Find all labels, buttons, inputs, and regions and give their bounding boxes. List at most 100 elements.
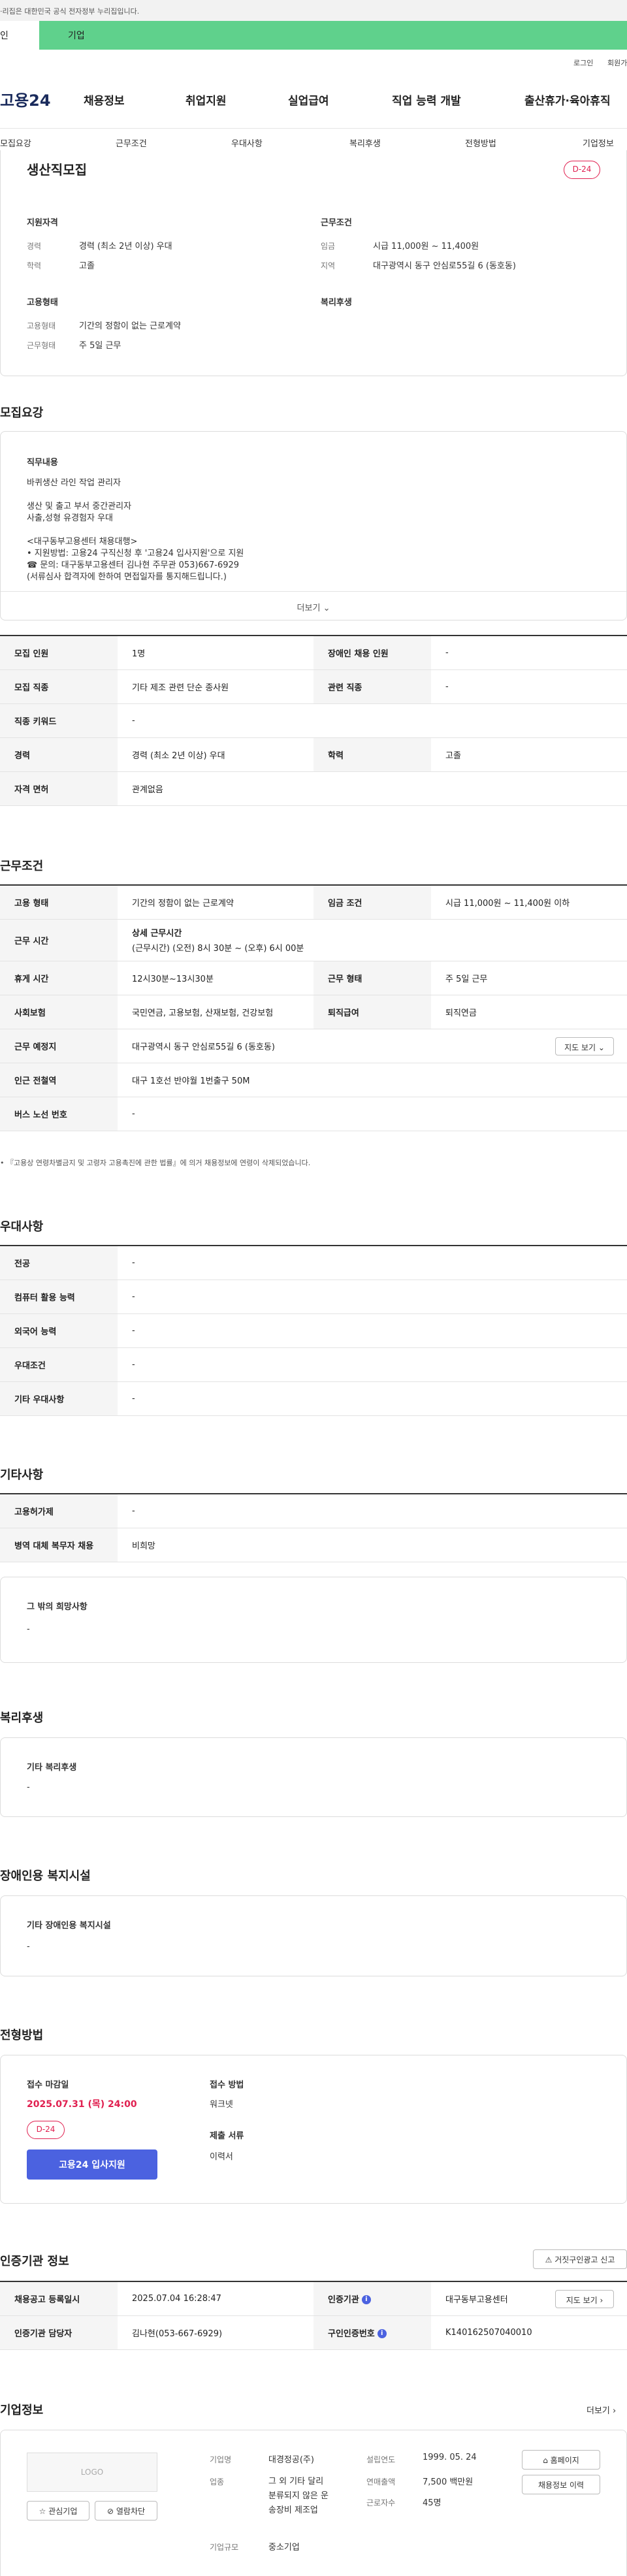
info-icon[interactable]: i: [377, 2329, 387, 2338]
selection-section-title: 전형방법: [0, 2029, 44, 2042]
homepage-button[interactable]: ⌂ 홈페이지: [522, 2450, 600, 2470]
cell-value: -: [118, 1494, 627, 1528]
hope-title: 그 밖의 희망사항: [27, 1602, 88, 1612]
cell-value: 경력 (최소 2년 이상) 우대: [118, 737, 314, 772]
duty-line: [27, 524, 244, 536]
company-section-title: 기업정보: [0, 2404, 44, 2417]
block-button[interactable]: ⊘ 열람차단: [95, 2501, 157, 2520]
career-label: 경력: [27, 242, 42, 251]
cell-value: -: [118, 703, 627, 738]
cert-section-title: 인증기관 정보: [0, 2255, 69, 2268]
gnb-item-employment-support[interactable]: 취업지원: [185, 91, 227, 108]
age-note: • 『고용상 연령차별금지 및 고령자 고용촉진에 관한 법률』에 의거 채용정…: [0, 1159, 311, 1167]
industry-line: 그 외 기타 달리: [268, 2477, 324, 2487]
company-logo: LOGO: [27, 2453, 157, 2492]
history-button[interactable]: 채용정보 이력: [522, 2475, 600, 2494]
deadline-label: 접수 마감일: [27, 2080, 69, 2090]
duty-line: 사출,성형 유경험자 우대: [27, 513, 113, 523]
docs-label: 제출 서류: [210, 2131, 244, 2141]
tab-company[interactable]: 기업정보: [583, 137, 614, 149]
job-title: 생산직모집: [27, 162, 87, 178]
table-row: 인증기관 담당자 김나현(053-667-6929) 구인인증번호 i K1401625…: [0, 2315, 627, 2350]
cell-label: 직종 키워드: [0, 703, 118, 738]
login-link[interactable]: 로그인: [573, 57, 593, 68]
gnb-item-unemployment-benefit[interactable]: 실업급여: [288, 91, 329, 108]
industry-value: 그 외 기타 달리 분류되지 않은 운 송장비 제조업: [268, 2475, 329, 2518]
fav-company-button[interactable]: ☆ 관심기업: [27, 2501, 89, 2520]
table-row: 외국어 능력 -: [0, 1313, 627, 1348]
report-button[interactable]: ⚠ 거짓구인광고 신고: [533, 2249, 627, 2269]
gnb-item-jobs[interactable]: 채용정보: [84, 91, 125, 108]
workdays-label: 근무형태: [27, 341, 56, 350]
cell-value: -: [118, 1280, 627, 1314]
cert-map-button[interactable]: 지도 보기 ›: [555, 2290, 614, 2308]
docs-value: 이력서: [210, 2152, 233, 2162]
tab-individual[interactable]: 인: [0, 21, 39, 50]
gnb-item-parental-leave[interactable]: 출산휴가·육아휴직: [524, 91, 611, 108]
dday-badge: D-24: [27, 2121, 65, 2139]
cell-label: 버스 노선 번호: [0, 1097, 118, 1131]
cell-value: 고졸: [431, 737, 627, 772]
work-title: 근무조건: [321, 218, 352, 228]
cell-value: 2025.07.04 16:28:47: [118, 2281, 314, 2316]
pref-section-title: 우대사항: [0, 1220, 44, 1234]
home-icon: ⌂: [543, 2456, 548, 2465]
cert-no-label: 구인인증번호: [328, 2328, 375, 2339]
place-value: 대구광역시 동구 안심로55길 6 (동호동): [132, 1042, 275, 1052]
cell-value: -: [431, 669, 627, 704]
table-row: 경력 경력 (최소 2년 이상) 우대 학력 고졸: [0, 737, 627, 772]
emp-type-label: 고용형태: [27, 321, 56, 330]
chevron-down-icon: ⌄: [598, 1042, 605, 1052]
method-label: 접수 방법: [210, 2080, 244, 2090]
table-row: 우대조건 -: [0, 1347, 627, 1382]
tab-selection[interactable]: 전형방법: [465, 137, 496, 149]
org-label: 인증기관: [328, 2294, 359, 2305]
req-title: 지원자격: [27, 218, 58, 228]
etc-section-title: 기타사항: [0, 1468, 44, 1482]
company-more-link[interactable]: 더보기 ›: [587, 2404, 616, 2416]
summary-card: 생산직모집 D-24 지원자격 경력 경력 (최소 2년 이상) 우대 학력 고…: [0, 150, 627, 376]
wage-label: 임금: [321, 242, 336, 251]
cell-value: 1명: [118, 636, 314, 670]
tab-company[interactable]: 기업: [39, 21, 627, 50]
cell-value: 김나현(053-667-6929): [118, 2315, 314, 2350]
cell-label: 기타 우대사항: [0, 1381, 118, 1416]
tab-work[interactable]: 근무조건: [116, 137, 147, 149]
table-row: 근무 예정지 대구광역시 동구 안심로55길 6 (동호동) 지도 보기 ⌄: [0, 1029, 627, 1063]
hope-card: 그 밖의 희망사항 -: [0, 1577, 627, 1663]
map-button[interactable]: 지도 보기 ⌄: [555, 1037, 614, 1055]
cell-label: 인증기관 i: [314, 2281, 431, 2316]
cell-value: 상세 근무시간 (근무시간) (오전) 8시 30분 ~ (오후) 6시 00분: [118, 919, 627, 961]
chevron-right-icon: ›: [600, 2296, 603, 2305]
recruit-table: 모집 인원 1명 장애인 채용 인원 - 모집 직종 기타 제조 관련 단순 종사원 관련…: [0, 635, 627, 806]
deadline-value: 2025.07.31 (목) 24:00: [27, 2099, 137, 2110]
etc-table: 고용허가제 - 병역 대체 복무자 채용 비희망: [0, 1493, 627, 1562]
apply-button[interactable]: 고용24 입사지원: [27, 2149, 157, 2180]
tab-welfare[interactable]: 복리후생: [349, 137, 381, 149]
duty-line: 생산 및 출고 부서 중간관리자: [27, 502, 132, 511]
emp-title: 고용형태: [27, 298, 58, 308]
table-row: 근무 시간 상세 근무시간 (근무시간) (오전) 8시 30분 ~ (오후) 6시…: [0, 919, 627, 961]
gov-banner: ·리집은 대한민국 공식 전자정부 누리집입니다.: [0, 0, 627, 21]
cell-label: 병역 대체 복무자 채용: [0, 1528, 118, 1562]
sales-value: 7,500 백만원: [423, 2477, 474, 2487]
cell-label: 컴퓨터 활용 능력: [0, 1280, 118, 1314]
more-button[interactable]: 더보기 ⌄: [1, 591, 626, 620]
work-section-title: 근무조건: [0, 860, 44, 873]
cell-label: 임금 조건: [314, 885, 431, 920]
tab-recruit[interactable]: 모집요강: [0, 137, 31, 149]
welfare-box-title: 기타 복리후생: [27, 1763, 77, 1773]
company-size-label: 기업규모: [210, 2543, 239, 2552]
duty-card: 직무내용 바퀴생산 라인 작업 관리자 생산 및 출고 부서 중간관리자 사출,…: [0, 431, 627, 620]
signup-link[interactable]: 회원가: [607, 57, 627, 68]
gnb-item-skill-development[interactable]: 직업 능력 개발: [392, 91, 461, 108]
duty-line: ☎ 문의: 대구동부고용센터 김나현 주무관 053)667-6929: [27, 560, 240, 570]
employees-value: 45명: [423, 2498, 442, 2508]
cell-value: 대구광역시 동구 안심로55길 6 (동호동) 지도 보기 ⌄: [118, 1029, 627, 1063]
site-logo[interactable]: 고용24: [0, 88, 51, 110]
cell-value: -: [118, 1246, 627, 1280]
info-icon[interactable]: i: [361, 2295, 371, 2305]
table-row: 기타 우대사항 -: [0, 1381, 627, 1416]
table-row: 자격 면허 관계없음: [0, 771, 627, 806]
tab-preference[interactable]: 우대사항: [231, 137, 263, 149]
